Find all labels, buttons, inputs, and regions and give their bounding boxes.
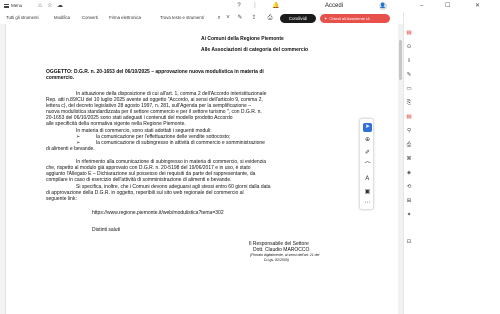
draw-icon[interactable]: ⌒ — [363, 162, 372, 171]
document-page: Ai Comuni della Regione Piemonte Alle As… — [5, 24, 357, 314]
subject-line-1: OGGETTO: D.G.R. n. 20-1653 del 06/10/202… — [46, 69, 264, 75]
sidebar-organize-icon[interactable]: ⚲ — [405, 127, 413, 135]
home-icon[interactable]: ⌂ — [36, 2, 44, 10]
acrobat-window: Menu ⌂ ☆ ☁ ? ⋮ 🔔 👤 Accedi – ☐ ✕ Tutti gl… — [0, 0, 500, 314]
sidebar-print-icon[interactable]: ⎙ — [405, 141, 413, 149]
subject-line-2: commercio. — [46, 75, 75, 81]
chevron-down-icon[interactable]: ˅ — [224, 14, 232, 22]
cloud-icon[interactable]: ☁ — [56, 2, 64, 10]
bullet-2-line-2: di alimenti e bevande. — [46, 146, 95, 152]
sidebar-ocr-icon[interactable]: ⊞ — [405, 197, 413, 205]
menu-all-tools[interactable]: Tutti gli strumenti — [6, 12, 39, 24]
menu-button[interactable]: Menu — [4, 0, 22, 12]
sidebar-comment-icon[interactable]: ▭ — [405, 85, 413, 93]
ai-assistant-label: Chiedi all'Assistente IA — [329, 16, 370, 21]
scrollbar-thumb[interactable] — [399, 40, 402, 80]
bullet-2-line-1: la comunicazione di subingresso in attiv… — [96, 140, 265, 146]
sidebar-settings-icon[interactable]: ⊡ — [405, 238, 413, 246]
sidebar-export-icon[interactable]: ⇩ — [405, 57, 413, 65]
sparkle-icon: ✦ — [324, 16, 328, 21]
sign-in-link[interactable]: Accedi — [325, 0, 343, 12]
menu-convert[interactable]: Converti — [82, 12, 98, 24]
user-avatar[interactable]: 👤 — [379, 2, 387, 10]
signature-note-2: D.Lgs. 82/2005) — [264, 258, 289, 262]
star-icon[interactable]: ☆ — [46, 2, 54, 10]
sidebar-edit-icon[interactable]: ✎ — [405, 71, 413, 79]
menu-esign[interactable]: Firma elettronica — [109, 12, 141, 24]
comment-icon[interactable]: ✎ — [236, 14, 244, 22]
sidebar-scan-icon[interactable]: ⌘ — [405, 155, 413, 163]
addressee-2: Alle Associazioni di categoria del comme… — [201, 47, 309, 53]
magnify-icon[interactable]: ⌕ — [215, 14, 223, 22]
sidebar-protect-icon[interactable]: ◈ — [405, 169, 413, 177]
maximize-icon[interactable]: ☐ — [445, 0, 450, 12]
menu-find-text-tools[interactable]: Trova testo e strumenti — [160, 12, 204, 24]
image-icon[interactable]: ▣ — [363, 188, 372, 197]
ai-assistant-button[interactable]: ✦ Chiedi all'Assistente IA — [320, 14, 390, 23]
sidebar-pdf-icon[interactable]: ▤ — [405, 29, 413, 37]
sidebar-share-icon[interactable]: ⎘ — [405, 99, 413, 107]
minimize-icon[interactable]: – — [420, 0, 423, 12]
menu-label: Menu — [11, 3, 23, 8]
help-icon[interactable]: ? — [235, 2, 243, 10]
title-bar: Menu ⌂ ☆ ☁ ? ⋮ 🔔 👤 Accedi – ☐ ✕ — [0, 0, 500, 12]
para1-line: alle specificità della normativa vigente… — [46, 121, 186, 127]
text-select-icon[interactable]: Ꭺ — [363, 175, 372, 184]
close-icon[interactable]: ✕ — [475, 0, 480, 12]
share-button[interactable]: Condividi — [280, 14, 316, 23]
quick-tools-panel: ➤ ⊕ ✐ ⌒ Ꭺ ▣ ⋯ — [359, 118, 374, 210]
highlight-icon[interactable]: ✐ — [363, 149, 372, 158]
sidebar-bookmark-icon[interactable]: ⊙ — [405, 43, 413, 51]
more-icon[interactable]: ⋯ — [363, 199, 372, 208]
apps-icon[interactable]: ⋮ — [251, 2, 259, 10]
sidebar-compress-icon[interactable]: ▤ — [405, 113, 413, 121]
sidebar-help-icon[interactable]: ✦ — [405, 211, 413, 219]
right-sidebar: ▤ ⊙ ⇩ ✎ ▭ ⎘ ▤ ⚲ ⎙ ⌘ ◈ ⟲ ⊞ ✦ ⊡ — [403, 12, 413, 314]
comment-plus-icon[interactable]: ⊕ — [363, 136, 372, 145]
modulistica-link[interactable]: https://www.regione.piemonte.it/web/modu… — [92, 210, 224, 216]
upload-icon[interactable]: ⇪ — [250, 14, 258, 22]
notifications-icon[interactable]: 🔔 — [272, 2, 280, 10]
closing: Distinti saluti — [92, 227, 121, 233]
para3-line: compilare in caso di esercizio dell'atti… — [46, 177, 232, 183]
print-icon[interactable]: ⎙ — [266, 14, 274, 22]
sidebar-convert-icon[interactable]: ⟲ — [405, 183, 413, 191]
menu-edit[interactable]: Modifica — [54, 12, 70, 24]
para4-line: seguente link: — [46, 196, 77, 202]
hamburger-icon — [4, 3, 9, 8]
select-arrow-icon[interactable]: ➤ — [363, 123, 372, 132]
addressee-1: Ai Comuni della Regione Piemonte — [201, 36, 284, 42]
